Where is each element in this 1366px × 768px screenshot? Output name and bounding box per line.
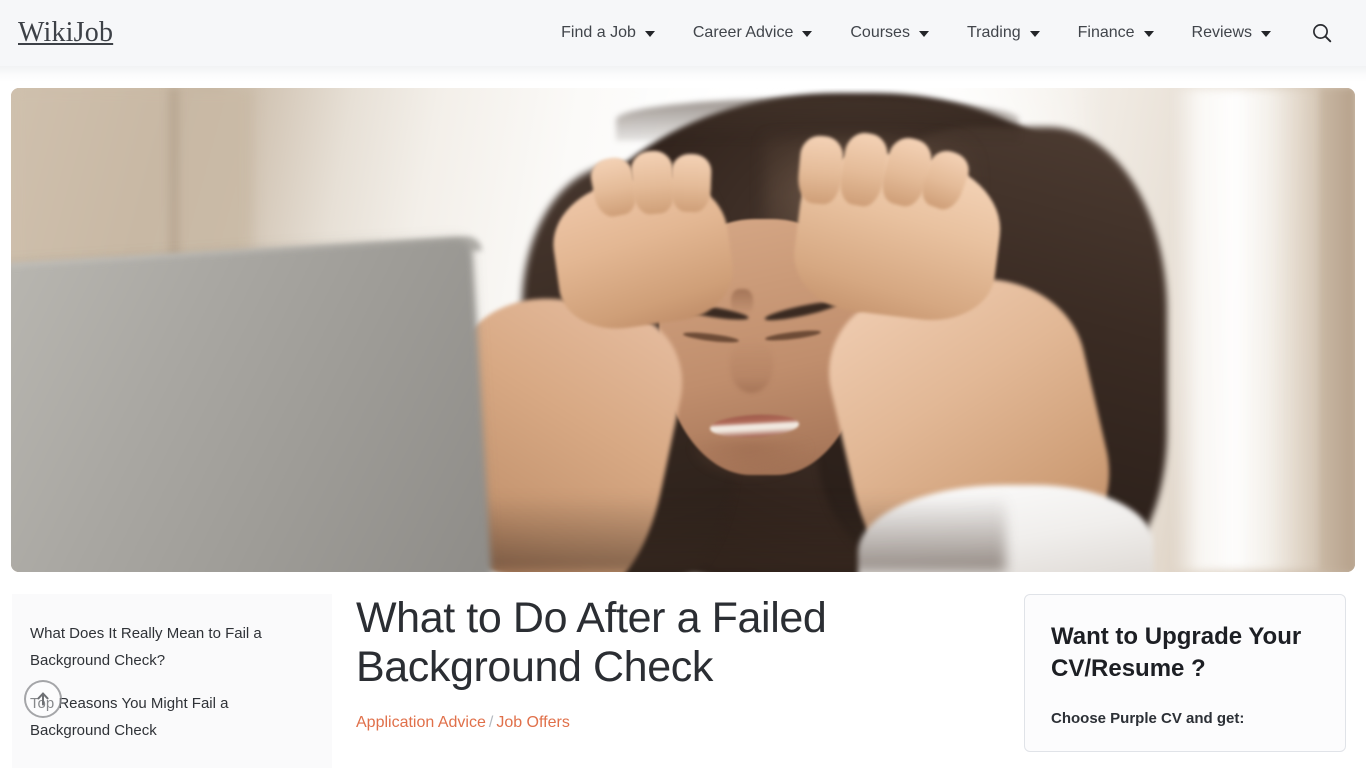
scroll-to-top-button[interactable] xyxy=(24,680,62,718)
chevron-down-icon xyxy=(1261,31,1271,37)
chevron-down-icon xyxy=(1029,31,1040,37)
nav-item-career-advice[interactable]: Career Advice xyxy=(674,13,832,53)
nav-item-trading[interactable]: Trading xyxy=(948,13,1059,53)
promo-card: Want to Upgrade Your CV/Resume ? Choose … xyxy=(1024,594,1346,753)
chevron-down-icon xyxy=(918,31,929,37)
main-navigation: Find a Job Career Advice Courses Trading… xyxy=(542,13,1342,53)
nav-item-label: Career Advice xyxy=(692,24,794,41)
finger xyxy=(669,153,713,213)
toc-item[interactable]: What Does It Really Mean to Fail a Backg… xyxy=(30,620,310,674)
nav-item-reviews[interactable]: Reviews xyxy=(1173,13,1290,53)
promo-title: Want to Upgrade Your CV/Resume ? xyxy=(1051,623,1302,682)
search-icon xyxy=(1313,24,1332,43)
finger xyxy=(629,149,677,216)
toc-item[interactable]: Top Reasons You Might Fail a Background … xyxy=(30,690,310,744)
sidebar: Want to Upgrade Your CV/Resume ? Choose … xyxy=(1024,594,1356,753)
chevron-down-icon xyxy=(802,31,813,37)
nav-item-label: Reviews xyxy=(1191,24,1252,41)
arrow-up-icon xyxy=(37,692,49,706)
nav-list: Find a Job Career Advice Courses Trading… xyxy=(542,13,1290,53)
nav-item-finance[interactable]: Finance xyxy=(1059,13,1173,53)
chevron-down-icon xyxy=(644,31,655,37)
nav-item-label: Finance xyxy=(1077,24,1135,41)
site-header: WikiJob Find a Job Career Advice Courses… xyxy=(0,0,1366,82)
breadcrumb: Application Advice / Job Offers xyxy=(356,714,1000,732)
nav-item-label: Courses xyxy=(850,24,910,41)
nav-item-find-a-job[interactable]: Find a Job xyxy=(542,13,674,53)
chin-shadow xyxy=(689,441,811,481)
breadcrumb-separator: / xyxy=(488,714,494,732)
search-button[interactable] xyxy=(1302,13,1342,53)
site-logo[interactable]: WikiJob xyxy=(16,17,113,49)
promo-subtitle: Choose Purple CV and get: xyxy=(1051,710,1245,728)
article-main: What to Do After a Failed Background Che… xyxy=(332,594,1024,732)
hero-image xyxy=(11,88,1355,572)
chevron-down-icon xyxy=(1143,31,1154,37)
breadcrumb-link-application-advice[interactable]: Application Advice xyxy=(356,714,486,731)
page-title: What to Do After a Failed Background Che… xyxy=(356,594,827,692)
breadcrumb-link-job-offers[interactable]: Job Offers xyxy=(496,714,570,731)
nose xyxy=(730,339,774,393)
torso-shadow xyxy=(467,494,1006,572)
nav-item-courses[interactable]: Courses xyxy=(831,13,948,53)
content-row: What Does It Really Mean to Fail a Backg… xyxy=(0,572,1366,768)
laptop xyxy=(11,238,492,572)
table-of-contents: What Does It Really Mean to Fail a Backg… xyxy=(12,594,332,768)
nav-item-label: Trading xyxy=(966,24,1021,41)
nav-item-label: Find a Job xyxy=(561,24,636,41)
hair-wisps xyxy=(615,97,1019,142)
